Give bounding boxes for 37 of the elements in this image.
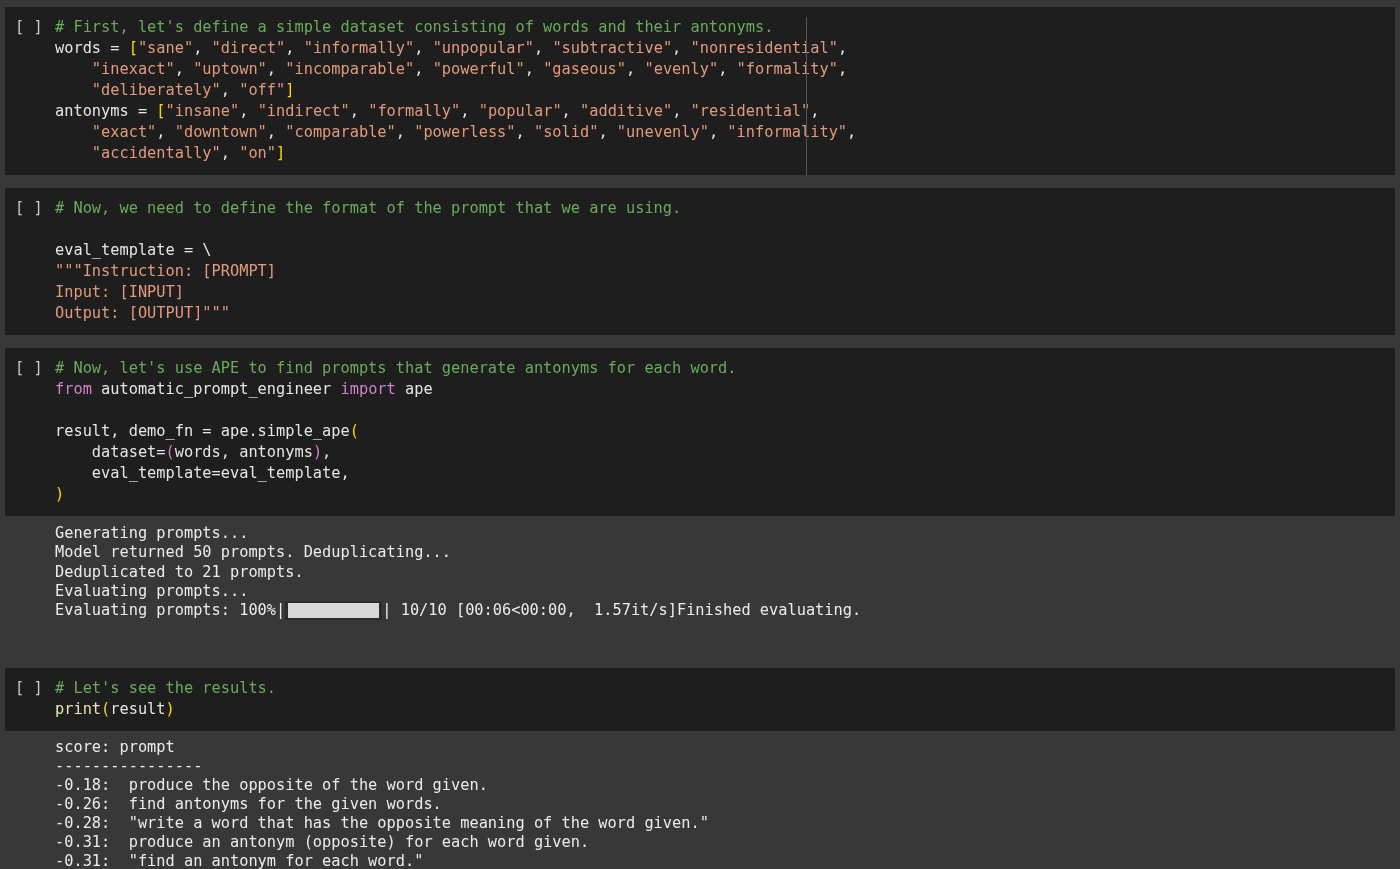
output-line: -0.31: produce an antonym (opposite) for each word given. (55, 833, 591, 853)
code-line: eval_template=eval_template, (90, 463, 351, 484)
output-line: -0.28: "write a word that has the opposite meaning of the word given." (55, 814, 710, 834)
code-comment: # Now, let's use APE to find prompts that generate antonyms for each word. (55, 358, 737, 379)
output-text: Evaluating prompts: 100%| (55, 601, 286, 621)
execution-count: [ ] (15, 359, 43, 377)
code-line: "deliberately", "off"] (90, 80, 296, 101)
code-line: result, demo_fn = ape.simple_ape( (55, 421, 360, 442)
execution-count: [ ] (15, 679, 43, 698)
code-line: Input: [INPUT] (55, 282, 185, 303)
code-line: from automatic_prompt_engineer import ape (55, 379, 434, 400)
execution-count: [ ] (15, 18, 43, 36)
code-comment: # Let's see the results. (55, 678, 277, 700)
output-line: -0.18: produce the opposite of the word given. (55, 776, 489, 796)
execution-count: [ ] (15, 199, 43, 217)
code-comment: # Now, we need to define the format of the prompt that we are using. (55, 198, 682, 219)
output-line: -0.31: "find an antonym for each word." (55, 852, 425, 869)
output-line: Generating prompts... (55, 524, 250, 544)
code-line: words = ["sane", "direct", "informally", "unpopular", "subtractive", "nonresidential", (55, 38, 849, 59)
code-line: Output: [OUTPUT]""" (55, 303, 231, 324)
code-line: "accidentally", "on"] (90, 143, 287, 164)
output-line: ---------------- (55, 757, 204, 777)
code-line: eval_template = \ (55, 240, 213, 261)
output-text: | 10/10 [00:06<00:00, 1.57it/s]Finished evaluating. (382, 601, 862, 621)
code-line: print(result) (55, 699, 176, 721)
output-line: Model returned 50 prompts. Deduplicating... (55, 543, 452, 563)
code-line: ) (55, 484, 66, 505)
code-comment: # First, let's define a simple dataset consisting of words and their antonyms. (55, 17, 775, 38)
output-line: -0.26: find antonyms for the given words. (55, 795, 443, 815)
code-line: "exact", "downtown", "comparable", "powerless", "solid", "unevenly", "informality", (90, 122, 857, 143)
code-line: dataset=(words, antonyms), (90, 442, 333, 463)
code-line: antonyms = ["insane", "indirect", "formally", "popular", "additive", "residential", (55, 101, 821, 122)
output-line: Evaluating prompts... (55, 581, 250, 602)
output-line: score: prompt (55, 738, 176, 758)
code-line: "inexact", "uptown", "incomparable", "powerful", "gaseous", "evenly", "formality", (90, 59, 849, 80)
code-line: """Instruction: [PROMPT] (55, 261, 278, 282)
output-line: Deduplicated to 21 prompts. (55, 562, 305, 582)
